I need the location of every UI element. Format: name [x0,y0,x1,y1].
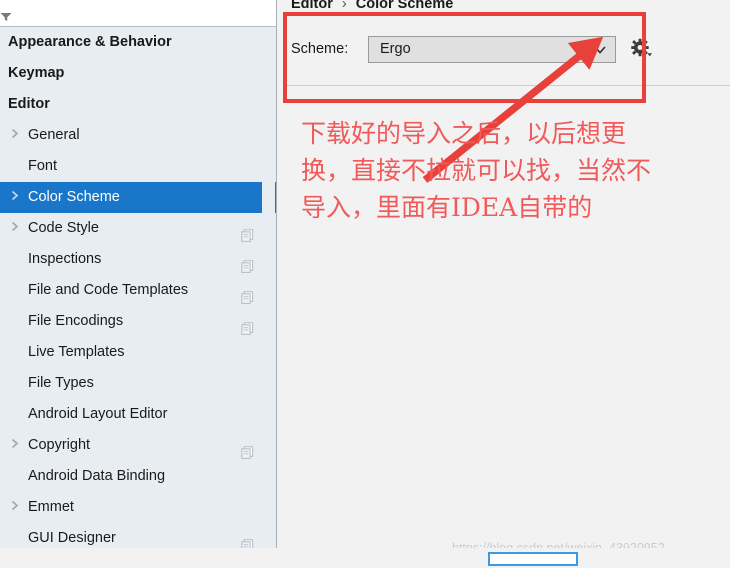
sidebar-scrollbar-track[interactable] [262,27,275,548]
bottom-focus-field[interactable] [488,552,578,566]
scheme-label: Scheme: [291,41,349,57]
scheme-dropdown[interactable]: Ergo [368,36,616,63]
annotation-line-1: 下载好的导入之后，以后想更 [301,119,627,148]
sidebar-search-row[interactable] [0,0,277,27]
project-scope-badge-icon [241,284,254,304]
settings-content-panel: Editor › Color Scheme Scheme: Ergo [277,0,730,548]
sidebar-item-inspections[interactable]: Inspections [0,244,277,275]
sidebar-item-android-data-binding[interactable]: Android Data Binding [0,461,277,492]
sidebar-item-label: Appearance & Behavior [8,34,172,50]
breadcrumb-separator: › [341,0,347,12]
sidebar-item-file-encodings[interactable]: File Encodings [0,306,277,337]
chevron-right-icon[interactable] [9,182,21,213]
chevron-right-icon[interactable] [9,492,21,523]
settings-dialog: Appearance & Behavior Keymap Editor General… [0,0,730,568]
sidebar-item-label: Editor [8,96,50,112]
sidebar-item-label: Keymap [8,65,65,81]
sidebar-item-label: Android Layout Editor [28,406,168,422]
sidebar-item-file-types[interactable]: File Types [0,368,277,399]
sidebar-item-label: Copyright [28,437,91,453]
scheme-settings-gear-button[interactable] [630,38,654,60]
sidebar-item-color-scheme[interactable]: Color Scheme [0,182,277,213]
sidebar-item-label: General [28,127,80,143]
settings-sidebar: Appearance & Behavior Keymap Editor General… [0,0,277,548]
project-scope-badge-icon [241,439,254,459]
sidebar-item-file-and-code-templates[interactable]: File and Code Templates [0,275,277,306]
content-divider [287,85,730,86]
breadcrumb: Editor › Color Scheme [291,0,453,12]
sidebar-item-copyright[interactable]: Copyright [0,430,277,461]
project-scope-badge-icon [241,315,254,335]
sidebar-item-label: File and Code Templates [28,282,189,298]
annotation-line-2: 换，直接不拉就可以找，当然不 [301,156,652,185]
sidebar-item-code-style[interactable]: Code Style [0,213,277,244]
sidebar-item-keymap[interactable]: Keymap [0,58,277,89]
sidebar-item-appearance-and-behavior[interactable]: Appearance & Behavior [0,27,277,58]
chevron-down-icon[interactable] [593,43,607,56]
project-scope-badge-icon [241,253,254,273]
sidebar-item-label: File Encodings [28,313,124,329]
chevron-right-icon[interactable] [9,120,21,151]
settings-tree[interactable]: Appearance & Behavior Keymap Editor General… [0,27,277,548]
sidebar-item-android-layout-editor[interactable]: Android Layout Editor [0,399,277,430]
chevron-right-icon[interactable] [9,430,21,461]
sidebar-item-gui-designer[interactable]: GUI Designer [0,523,277,548]
chevron-right-icon[interactable] [9,213,21,244]
project-scope-badge-icon [241,222,254,242]
breadcrumb-root[interactable]: Editor [291,0,333,12]
project-scope-badge-icon [241,532,254,548]
search-input[interactable] [8,0,266,25]
annotation-line-3: 导入，里面有IDEA自带的 [301,193,593,222]
breadcrumb-current: Color Scheme [355,0,454,12]
scheme-selected-value: Ergo [380,41,411,57]
dialog-bottom-strip [0,548,730,568]
sidebar-item-label: Live Templates [28,344,125,360]
sidebar-item-font[interactable]: Font [0,151,277,182]
sidebar-item-label: Font [28,158,58,174]
sidebar-item-label: Code Style [28,220,99,236]
sidebar-item-emmet[interactable]: Emmet [0,492,277,523]
sidebar-item-live-templates[interactable]: Live Templates [0,337,277,368]
sidebar-item-label: Emmet [28,499,74,515]
sidebar-item-editor[interactable]: Editor [0,89,277,120]
sidebar-item-label: Android Data Binding [28,468,166,484]
sidebar-item-label: Inspections [28,251,102,267]
sidebar-item-label: GUI Designer [28,530,116,546]
sidebar-item-general[interactable]: General [0,120,277,151]
annotation-text: 下载好的导入之后，以后想更 换，直接不拉就可以找，当然不 导入，里面有IDEA自… [301,115,721,226]
sidebar-item-label: Color Scheme [28,189,120,205]
sidebar-item-label: File Types [28,375,94,391]
